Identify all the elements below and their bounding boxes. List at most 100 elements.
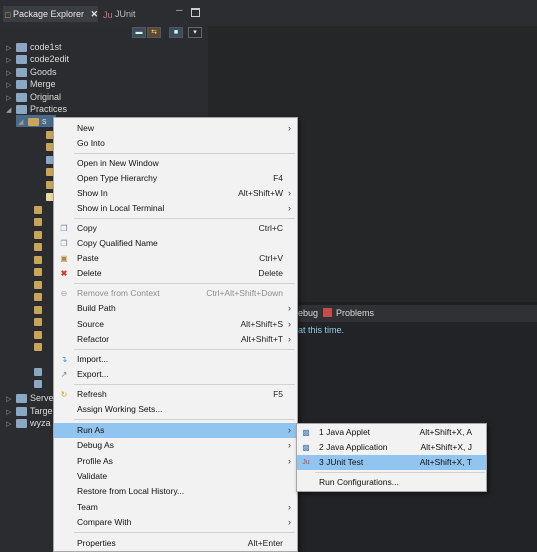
menu-item-validate[interactable]: Validate [54,469,297,484]
submenu-arrow-icon: › [288,517,291,527]
tree-item-code2edit[interactable]: ▷ code2edit [6,53,69,65]
menu-item-label: Go Into [77,138,105,148]
project-icon [16,93,27,103]
java-applet-icon: ▩ [302,428,310,437]
menu-item-shortcut: F4 [273,173,283,183]
submenu-item-junit-test[interactable]: Ju 3 JUnit Test Alt+Shift+X, T [297,455,486,470]
menu-item-open-type-hierarchy[interactable]: Open Type Hierarchy F4 [54,171,297,186]
submenu-arrow-icon: › [288,303,291,313]
menu-item-label: Profile As [77,456,113,466]
menu-item-label: Validate [77,471,108,481]
menu-item-properties[interactable]: Properties Alt+Enter [54,536,297,551]
submenu-item-shortcut: Alt+Shift+X, T [419,457,472,467]
tree-item-label: code1st [30,42,62,52]
menu-item-copy-qualified-name[interactable]: ❐ Copy Qualified Name [54,236,297,251]
tab-package-explorer[interactable]: □ Package Explorer ✕ [3,6,98,22]
menu-item-refactor[interactable]: Refactor Alt+Shift+T › [54,332,297,347]
menu-item-debug-as[interactable]: Debug As › [54,438,297,453]
menu-item-assign-working-sets[interactable]: Assign Working Sets... [54,402,297,417]
menu-item-compare-with[interactable]: Compare With › [54,515,297,530]
menu-item-show-in[interactable]: Show In Alt+Shift+W › [54,186,297,201]
menu-item-label: Refactor [77,334,110,344]
menu-item-show-in-local-terminal[interactable]: Show in Local Terminal › [54,201,297,216]
refresh-icon: ↻ [60,390,68,399]
menu-item-label: Import... [77,354,109,364]
junit-icon: Ju [302,459,310,466]
tree-item-label: Serve [30,393,54,403]
menu-item-remove-from-context: ⊖ Remove from Context Ctrl+Alt+Shift+Down [54,286,297,301]
project-icon [16,68,27,78]
menu-item-shortcut: Ctrl+Alt+Shift+Down [206,288,283,298]
menu-item-shortcut: Alt+Shift+W [238,188,283,198]
close-icon[interactable]: ✕ [91,9,99,19]
submenu-arrow-icon: › [288,203,291,213]
folder-icon [34,318,42,326]
menu-separator [74,532,295,533]
expand-arrow-icon[interactable]: ▷ [6,419,16,431]
bottom-panel-message: at this time. [298,325,345,335]
tree-item-label: Targe [30,406,53,416]
menu-item-shortcut: F5 [273,389,283,399]
menu-item-delete[interactable]: ✖ Delete Delete [54,266,297,281]
tree-item-original[interactable]: ▷ Original [6,91,61,103]
menu-item-run-as[interactable]: Run As › [54,423,297,438]
link-with-editor-icon[interactable]: ⇆ [147,27,161,38]
menu-item-refresh[interactable]: ↻ Refresh F5 [54,387,297,402]
view-menu-icon[interactable]: ▾ [188,27,202,38]
submenu-item-label: 1 Java Applet [319,427,371,437]
folder-icon [34,256,42,264]
tree-item-goods[interactable]: ▷ Goods [6,66,57,78]
tree-item-src[interactable]: ◢ s [18,115,47,127]
menu-item-label: Export... [77,369,109,379]
tree-item-merge[interactable]: ▷ Merge [6,78,56,90]
menu-item-new[interactable]: New › [54,121,297,136]
menu-item-open-in-new-window[interactable]: Open in New Window [54,156,297,171]
jar-icon [34,368,42,376]
junit-icon: Ju [103,9,113,20]
menu-item-go-into[interactable]: Go Into [54,136,297,151]
menu-item-label: Run As [77,425,105,435]
copy-icon: ❐ [60,224,68,233]
menu-item-import[interactable]: ↴ Import... [54,352,297,367]
tree-item-practices[interactable]: ◢ Practices [6,103,67,115]
tree-item-label: Goods [30,67,57,77]
menu-item-profile-as[interactable]: Profile As › [54,454,297,469]
menu-separator [74,283,295,284]
project-icon [16,55,27,65]
tab-problems[interactable]: Problems [336,308,374,318]
tree-item-target[interactable]: ▷ Targe [6,405,53,417]
minimize-icon[interactable]: ─ [176,6,184,15]
menu-item-label: Properties [77,538,116,548]
tree-item-servers[interactable]: ▷ Serve [6,392,54,404]
project-icon [16,407,27,417]
menu-item-label: Remove from Context [77,288,160,298]
submenu-arrow-icon: › [288,440,291,450]
submenu-arrow-icon: › [288,425,291,435]
menu-item-restore-from-local-history[interactable]: Restore from Local History... [54,484,297,499]
collapse-arrow-icon[interactable]: ◢ [6,105,16,117]
menu-item-export[interactable]: ↗ Export... [54,367,297,382]
menu-item-copy[interactable]: ❐ Copy Ctrl+C [54,221,297,236]
focus-icon[interactable]: ■ [169,27,183,38]
submenu-item-run-configurations[interactable]: Run Configurations... [297,475,486,490]
project-icon [16,394,27,404]
menu-item-label: Paste [77,253,99,263]
tab-debug[interactable]: ebug [298,308,318,318]
menu-item-label: Open Type Hierarchy [77,173,158,183]
submenu-item-java-application[interactable]: ▩ 2 Java Application Alt+Shift+X, J [297,440,486,455]
menu-item-label: Refresh [77,389,107,399]
maximize-icon[interactable] [191,8,200,17]
collapse-arrow-icon[interactable]: ◢ [18,117,28,129]
menu-item-label: Restore from Local History... [77,486,185,496]
collapse-all-icon[interactable]: ▬ [132,27,146,38]
tree-item-wyza[interactable]: ▷ wyza [6,417,51,429]
menu-item-build-path[interactable]: Build Path › [54,301,297,316]
menu-item-team[interactable]: Team › [54,500,297,515]
tree-item-code1st[interactable]: ▷ code1st [6,41,62,53]
submenu-item-java-applet[interactable]: ▩ 1 Java Applet Alt+Shift+X, A [297,425,486,440]
submenu-arrow-icon: › [288,334,291,344]
submenu-arrow-icon: › [288,188,291,198]
tab-junit[interactable]: Ju JUnit [103,6,136,22]
menu-item-paste[interactable]: ▣ Paste Ctrl+V [54,251,297,266]
menu-item-source[interactable]: Source Alt+Shift+S › [54,317,297,332]
